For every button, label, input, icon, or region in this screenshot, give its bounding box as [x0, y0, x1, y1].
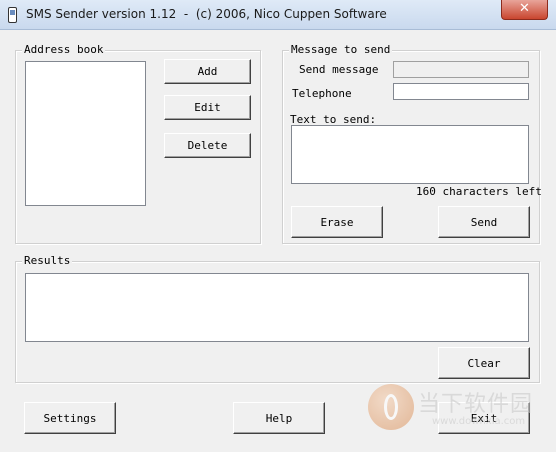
send-button[interactable]: Send — [438, 206, 530, 238]
text-to-send-field[interactable] — [291, 125, 529, 184]
telephone-field[interactable] — [393, 83, 529, 100]
clear-button[interactable]: Clear — [438, 347, 530, 379]
characters-left-counter: 160 characters left — [416, 185, 542, 198]
title-bar: SMS Sender version 1.12 - (c) 2006, Nico… — [0, 0, 556, 30]
settings-button[interactable]: Settings — [24, 402, 116, 434]
add-button[interactable]: Add — [164, 59, 251, 84]
results-legend: Results — [22, 254, 73, 268]
close-button[interactable]: ✕ — [501, 0, 548, 20]
address-book-legend: Address book — [22, 43, 106, 57]
exit-button[interactable]: Exit — [438, 402, 530, 434]
watermark-logo-icon — [368, 384, 414, 430]
edit-button[interactable]: Edit — [164, 95, 251, 120]
erase-button[interactable]: Erase — [291, 206, 383, 238]
delete-button[interactable]: Delete — [164, 133, 251, 158]
telephone-label: Telephone — [292, 87, 352, 100]
send-message-field — [393, 61, 529, 78]
message-legend: Message to send — [289, 43, 393, 57]
window-title: SMS Sender version 1.12 - (c) 2006, Nico… — [26, 7, 387, 21]
phone-icon — [8, 7, 17, 23]
results-field[interactable] — [25, 273, 529, 342]
address-book-list[interactable] — [25, 61, 146, 206]
send-message-label: Send message — [299, 63, 379, 76]
help-button[interactable]: Help — [233, 402, 325, 434]
